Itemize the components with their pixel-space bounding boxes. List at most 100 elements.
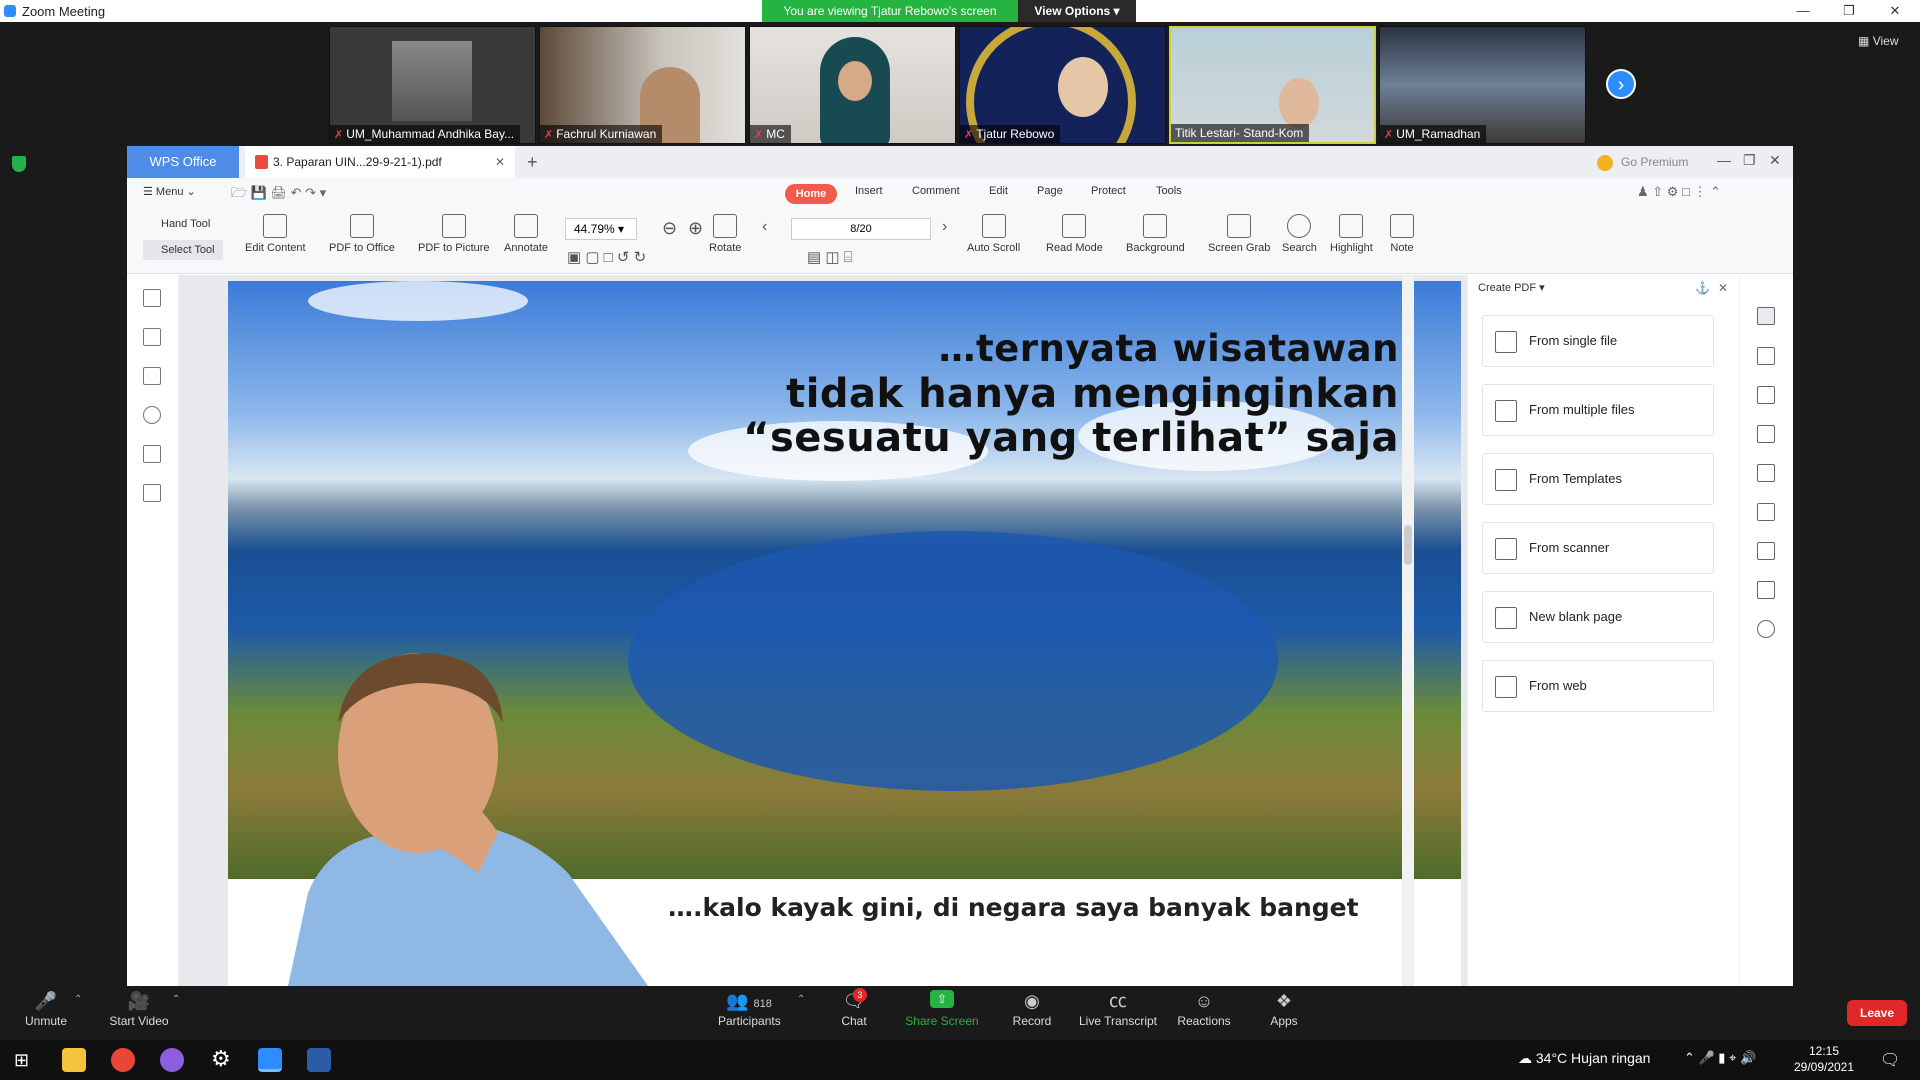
signature-icon[interactable] [143, 445, 161, 463]
participants-caret-icon[interactable]: ⌃ [797, 994, 805, 1005]
taskbar-clock[interactable]: 12:15 29/09/2021 [1784, 1043, 1864, 1075]
from-web-button[interactable]: From web [1482, 660, 1714, 712]
document-view[interactable]: …ternyata wisatawan tidak hanya mengingi… [179, 275, 1577, 986]
hand-tool-button[interactable]: Hand Tool [143, 214, 223, 234]
start-video-button[interactable]: 🎥 Start Video [106, 990, 172, 1028]
highlight-button[interactable]: Highlight [1330, 214, 1373, 254]
screen-grab-button[interactable]: Screen Grab [1208, 214, 1270, 254]
create-pdf-icon[interactable] [1757, 307, 1775, 325]
fill-form-icon[interactable] [1757, 425, 1775, 443]
tab-insert[interactable]: Insert [855, 185, 883, 197]
zoom-input[interactable]: 44.79% ▾ [565, 218, 637, 240]
video-options-caret-icon[interactable]: ⌃ [172, 994, 180, 1005]
sign-icon[interactable] [1757, 464, 1775, 482]
windows-start-icon[interactable]: ⊞ [14, 1050, 29, 1071]
minimize-button[interactable]: — [1780, 0, 1826, 22]
close-button[interactable]: ✕ [1872, 0, 1918, 22]
annotate-button[interactable]: Annotate [504, 214, 548, 254]
word-icon[interactable] [307, 1048, 331, 1072]
from-templates-button[interactable]: From Templates [1482, 453, 1714, 505]
unmute-button[interactable]: 🎤 Unmute [22, 990, 70, 1028]
apps-button[interactable]: ❖ Apps [1268, 990, 1300, 1028]
record-button[interactable]: ◉ Record [1011, 990, 1053, 1028]
next-page-icon[interactable]: › [942, 218, 947, 236]
chrome-icon[interactable] [111, 1048, 135, 1072]
wps-restore-button[interactable]: ❐ [1743, 152, 1756, 169]
from-scanner-button[interactable]: From scanner [1482, 522, 1714, 574]
weather-widget[interactable]: ☁ 34°C Hujan ringan [1518, 1050, 1650, 1067]
rotate-button[interactable]: Rotate [709, 214, 741, 254]
audio-options-caret-icon[interactable]: ⌃ [74, 994, 82, 1005]
zoom-out-icon[interactable]: ⊖ [662, 218, 677, 239]
security-shield-icon[interactable] [12, 156, 26, 172]
close-panel-icon[interactable]: ✕ [1718, 281, 1728, 295]
split-icon[interactable] [1757, 503, 1775, 521]
new-blank-page-button[interactable]: New blank page [1482, 591, 1714, 643]
avatar[interactable] [1597, 155, 1613, 171]
new-tab-icon[interactable]: + [527, 152, 538, 173]
reactions-button[interactable]: ☺ Reactions [1176, 990, 1232, 1028]
from-multiple-files-button[interactable]: From multiple files [1482, 384, 1714, 436]
select-tool-button[interactable]: Select Tool [143, 240, 223, 260]
ocr-search-icon[interactable] [1757, 620, 1775, 638]
thumbnail-icon[interactable] [143, 328, 161, 346]
document-scrollbar[interactable] [1402, 275, 1414, 986]
chat-button[interactable]: 🗨 3 Chat [838, 988, 870, 1028]
participant-tile[interactable]: ✗ UM_Muhammad Andhika Bay... [329, 26, 536, 144]
system-tray-icons[interactable]: ⌃ 🎤 ▮ ⌖ 🔊 [1684, 1050, 1756, 1066]
print-icon[interactable] [1757, 542, 1775, 560]
settings-gear-icon[interactable]: ⚙ [211, 1046, 231, 1072]
close-tab-icon[interactable]: ✕ [495, 146, 505, 178]
document-tab[interactable]: 3. Paparan UIN...29-9-21-1).pdf ✕ [245, 146, 515, 178]
participant-tile[interactable]: ✗ MC [749, 26, 956, 144]
background-button[interactable]: Background [1126, 214, 1185, 254]
view-options-button[interactable]: View Options ▾ [1018, 0, 1136, 22]
page-number-input[interactable]: 8/20 [791, 218, 931, 240]
leave-button[interactable]: Leave [1847, 1000, 1907, 1026]
pdf-to-office-button[interactable]: PDF to Office [329, 214, 395, 254]
discord-icon[interactable] [160, 1048, 184, 1072]
view-button[interactable]: ▦ View [1858, 34, 1898, 48]
previous-page-icon[interactable]: ‹ [762, 218, 767, 236]
pin-icon[interactable]: ⚓ [1695, 281, 1710, 295]
notifications-icon[interactable]: 🗨 [1880, 1050, 1900, 1070]
next-participants-button[interactable]: › [1606, 69, 1636, 99]
comment-icon[interactable] [143, 367, 161, 385]
compress-icon[interactable] [1757, 581, 1775, 599]
tab-tools[interactable]: Tools [1156, 185, 1182, 197]
menu-button[interactable]: ☰ Menu ⌄ [143, 185, 196, 198]
quick-access-icons[interactable]: 🗁 💾 🖨 ↶ ↷ ▾ [231, 184, 326, 206]
tab-home[interactable]: Home [785, 184, 837, 204]
zoom-taskbar-icon[interactable] [258, 1048, 282, 1072]
participant-tile[interactable]: ✗ Tjatur Rebowo [959, 26, 1166, 144]
sign-document-icon[interactable] [143, 484, 161, 502]
pdf-to-picture-button[interactable]: PDF to Picture [418, 214, 490, 254]
bookmark-icon[interactable] [143, 289, 161, 307]
tab-comment[interactable]: Comment [912, 185, 960, 197]
wps-close-button[interactable]: ✕ [1769, 152, 1781, 169]
share-icons[interactable]: ♟ ⇧ ⚙ □ ⋮ ⌃ [1637, 184, 1721, 200]
view-mode-icons[interactable]: ▣ ▢ □ ↺ ↻ [567, 248, 646, 266]
participant-tile[interactable]: ✗ UM_Ramadhan [1379, 26, 1586, 144]
tab-protect[interactable]: Protect [1091, 185, 1126, 197]
go-premium-button[interactable]: Go Premium [1621, 155, 1688, 169]
from-single-file-button[interactable]: From single file [1482, 315, 1714, 367]
note-button[interactable]: Note [1390, 214, 1414, 254]
zoom-in-icon[interactable]: ⊕ [688, 218, 703, 239]
read-mode-button[interactable]: Read Mode [1046, 214, 1103, 254]
wps-minimize-button[interactable]: — [1717, 152, 1731, 168]
tab-page[interactable]: Page [1037, 185, 1063, 197]
attachment-icon[interactable] [143, 406, 161, 424]
create-pdf-title[interactable]: Create PDF [1478, 282, 1536, 294]
tab-edit[interactable]: Edit [989, 185, 1008, 197]
auto-scroll-button[interactable]: Auto Scroll [967, 214, 1020, 254]
wps-office-tab[interactable]: WPS Office [127, 146, 239, 178]
export-pdf-icon[interactable] [1757, 386, 1775, 404]
file-explorer-icon[interactable] [62, 1048, 86, 1072]
edit-content-button[interactable]: Edit Content [245, 214, 306, 254]
share-screen-button[interactable]: ⇧ Share Screen [904, 990, 980, 1028]
page-layout-icons[interactable]: ▤ ◫ ⌸ [807, 248, 853, 266]
edit-pdf-icon[interactable] [1757, 347, 1775, 365]
live-transcript-button[interactable]: ㏄ Live Transcript [1078, 990, 1158, 1028]
restore-button[interactable]: ❐ [1826, 0, 1872, 22]
